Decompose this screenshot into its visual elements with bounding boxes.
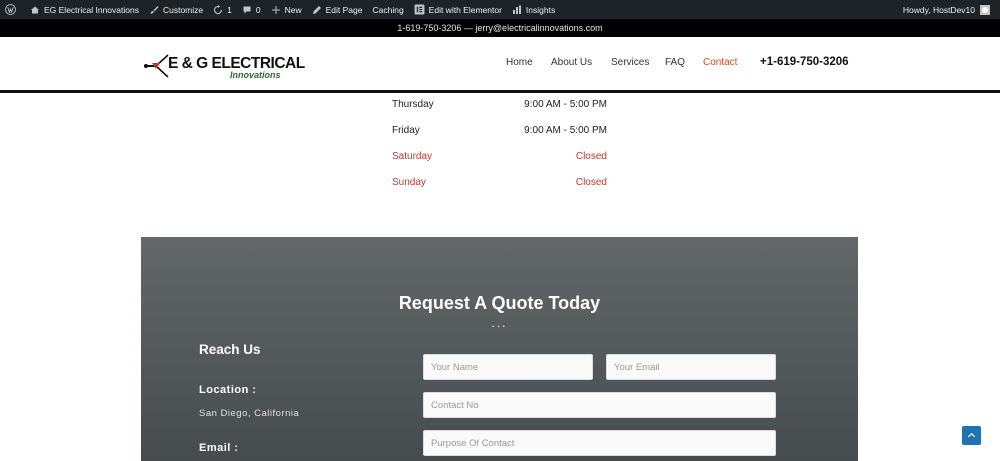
my-account-link[interactable]: Howdy, HostDev10 <box>898 0 1000 19</box>
insights-label: Insights <box>525 4 556 15</box>
wp-admin-bar: EG Electrical Innovations Customize 1 0 … <box>0 0 1000 19</box>
nav-services[interactable]: Services <box>611 57 649 68</box>
chevron-up-icon <box>967 432 976 438</box>
logo-sub-text: Innovations <box>230 70 281 80</box>
nav-about-us[interactable]: About Us <box>551 57 592 68</box>
wordpress-logo-button[interactable] <box>0 0 25 19</box>
bar-chart-icon <box>512 5 521 14</box>
contact-no-input[interactable] <box>423 392 776 418</box>
quote-dots-divider: ... <box>491 316 508 330</box>
edit-elementor-label: Edit with Elementor <box>428 4 502 15</box>
purpose-input[interactable] <box>423 430 776 456</box>
insights-link[interactable]: Insights <box>507 0 560 19</box>
edit-page-link[interactable]: Edit Page <box>307 0 368 19</box>
hours-time: 9:00 AM - 5:00 PM <box>524 99 607 110</box>
paintbrush-icon <box>150 5 159 14</box>
email-input[interactable] <box>606 354 776 380</box>
caching-label: Caching <box>372 4 404 15</box>
pencil-icon <box>312 5 321 14</box>
customize-link[interactable]: Customize <box>144 0 208 19</box>
hours-row: Thursday 9:00 AM - 5:00 PM <box>392 99 607 113</box>
howdy-label: Howdy, HostDev10 <box>902 4 975 15</box>
site-header: E & G ELECTRICAL Innovations Home About … <box>0 37 1000 91</box>
hours-time: Closed <box>575 177 607 188</box>
hours-time: Closed <box>575 151 607 162</box>
email-label: Email : <box>199 442 239 454</box>
header-phone-link[interactable]: +1-619-750-3206 <box>760 56 849 68</box>
home-icon <box>31 6 39 13</box>
refresh-icon <box>214 4 223 14</box>
main-nav: Home About Us Services FAQ Contact +1-61… <box>0 56 1000 71</box>
nav-contact[interactable]: Contact <box>703 57 737 68</box>
elementor-icon <box>414 4 425 15</box>
top-contact-text: 1-619-750-3206 — jerry@electricalinnovat… <box>397 23 603 33</box>
comments-count: 0 <box>255 4 261 15</box>
location-label: Location : <box>199 384 257 396</box>
quote-title: Request A Quote Today <box>398 293 601 313</box>
hours-day: Thursday <box>392 99 434 110</box>
hours-day: Friday <box>392 125 420 136</box>
quote-section: Request A Quote Today ... Reach Us Locat… <box>141 237 858 461</box>
wordpress-icon <box>5 4 16 15</box>
comment-icon <box>243 6 251 13</box>
customize-label: Customize <box>162 4 204 15</box>
nav-faq[interactable]: FAQ <box>665 57 685 68</box>
reach-us-heading: Reach Us <box>199 342 261 357</box>
hours-time: 9:00 AM - 5:00 PM <box>524 125 607 136</box>
hours-day: Sunday <box>392 177 426 188</box>
caching-link[interactable]: Caching <box>367 0 408 19</box>
top-contact-bar: 1-619-750-3206 — jerry@electricalinnovat… <box>0 19 1000 37</box>
updates-link[interactable]: 1 <box>208 0 237 19</box>
plus-icon <box>271 5 280 14</box>
site-name-label: EG Electrical Innovations <box>44 4 139 15</box>
edit-with-elementor-link[interactable]: Edit with Elementor <box>409 0 507 19</box>
name-input[interactable] <box>423 354 593 380</box>
updates-count: 1 <box>227 4 232 15</box>
hours-day: Saturday <box>392 151 433 162</box>
new-label: New <box>284 4 302 15</box>
avatar <box>980 4 990 15</box>
hours-row: Friday 9:00 AM - 5:00 PM <box>392 125 607 139</box>
new-content-link[interactable]: New <box>266 0 307 19</box>
scroll-to-top-button[interactable] <box>962 426 981 445</box>
hours-row: Saturday Closed <box>392 151 607 165</box>
hours-row: Sunday Closed <box>392 177 607 191</box>
nav-home[interactable]: Home <box>506 57 533 68</box>
comments-link[interactable]: 0 <box>237 0 266 19</box>
header-divider <box>0 90 1000 93</box>
location-value: San Diego, California <box>199 408 300 419</box>
site-name-link[interactable]: EG Electrical Innovations <box>25 0 144 19</box>
edit-page-label: Edit Page <box>325 4 363 15</box>
